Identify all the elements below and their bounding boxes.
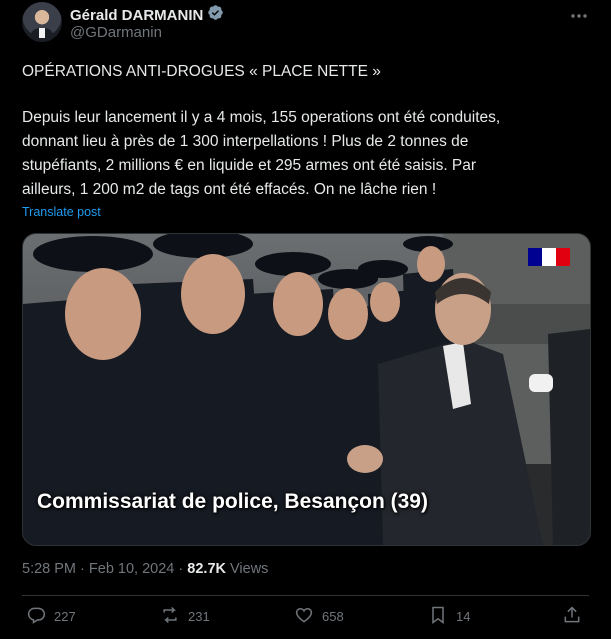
views-label: Views <box>230 561 269 577</box>
share-button[interactable] <box>562 605 582 628</box>
flag-red <box>556 248 570 266</box>
like-count: 658 <box>322 609 344 624</box>
translate-link[interactable]: Translate post <box>22 205 101 219</box>
tweet-title: OPÉRATIONS ANTI-DROGUES « PLACE NETTE » <box>22 63 381 80</box>
flag-white <box>542 248 556 266</box>
media-caption: Commissariat de police, Besançon (39) <box>37 490 428 513</box>
tweet-date[interactable]: Feb 10, 2024 <box>89 561 174 577</box>
repost-icon <box>160 605 180 628</box>
french-flag-logo <box>528 248 570 266</box>
tweet-time[interactable]: 5:28 PM <box>22 561 76 577</box>
author-name-row: Gérald DARMANIN <box>70 4 224 26</box>
bookmark-icon <box>428 605 448 628</box>
tweet-body: Depuis leur lancement il y a 4 mois, 155… <box>22 109 501 198</box>
like-button[interactable]: 658 <box>294 605 344 628</box>
repost-count: 231 <box>188 609 210 624</box>
heart-icon <box>294 605 314 628</box>
meta-separator-2: · <box>178 561 184 577</box>
reply-icon <box>26 605 46 628</box>
divider <box>22 595 589 596</box>
reply-count: 227 <box>54 609 76 624</box>
reply-button[interactable]: 227 <box>26 605 76 628</box>
share-icon <box>562 605 582 628</box>
repost-button[interactable]: 231 <box>160 605 210 628</box>
flag-blue <box>528 248 542 266</box>
bookmark-count: 14 <box>456 609 471 624</box>
views-count: 82.7K <box>187 561 226 577</box>
avatar-shirt <box>39 28 45 38</box>
action-bar: 227 231 658 14 <box>22 605 589 635</box>
bookmark-button[interactable]: 14 <box>428 605 470 628</box>
more-options-icon[interactable] <box>569 6 589 26</box>
avatar[interactable] <box>22 2 62 42</box>
verified-badge-icon[interactable] <box>207 4 224 26</box>
media-photo[interactable]: Commissariat de police, Besançon (39) <box>22 233 591 546</box>
author-handle[interactable]: @GDarmanin <box>70 24 162 41</box>
author-name[interactable]: Gérald DARMANIN <box>70 7 203 24</box>
tweet-meta: 5:28 PM · Feb 10, 2024 · 82.7K Views <box>22 561 268 577</box>
meta-separator: · <box>80 561 85 577</box>
tweet-header: Gérald DARMANIN @GDarmanin <box>22 2 589 46</box>
